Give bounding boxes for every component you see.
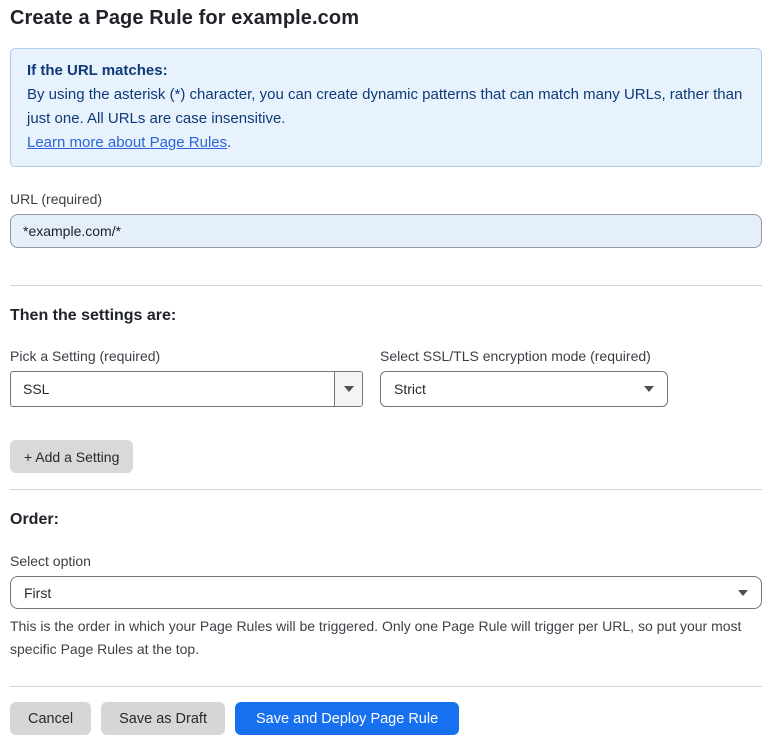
info-box-body: By using the asterisk (*) character, you… [27,86,743,127]
ssl-mode-label: Select SSL/TLS encryption mode (required… [380,348,651,364]
order-section-heading: Order: [10,511,59,528]
save-as-draft-button[interactable]: Save as Draft [101,702,225,735]
info-box-heading: If the URL matches: [27,62,168,79]
pick-setting-arrow-button[interactable] [334,372,362,406]
url-input[interactable] [10,214,762,248]
chevron-down-icon [343,386,354,392]
order-help-text: This is the order in which your Page Rul… [10,618,742,657]
add-setting-button[interactable]: + Add a Setting [10,440,134,473]
link-suffix: . [227,134,232,151]
pick-setting-select[interactable]: SSL [10,371,363,407]
ssl-mode-select[interactable]: Strict [380,371,668,407]
pick-setting-value: SSL [23,381,50,397]
chevron-down-icon [644,386,654,392]
url-field-label: URL (required) [10,191,103,207]
pick-setting-label: Pick a Setting (required) [10,348,161,364]
divider [10,285,762,286]
save-and-deploy-button[interactable]: Save and Deploy Page Rule [234,702,460,735]
url-match-info-box: If the URL matches: By using the asteris… [10,48,762,167]
footer-buttons: Cancel Save as Draft Save and Deploy Pag… [10,702,762,735]
cancel-button[interactable]: Cancel [10,702,92,735]
info-box-link-line: Learn more about Page Rules. [27,131,745,155]
pick-setting-field: Pick a Setting (required) SSL [10,348,363,407]
divider [10,686,762,687]
chevron-down-icon [738,589,748,596]
ssl-mode-field: Select SSL/TLS encryption mode (required… [380,348,668,407]
settings-row: Pick a Setting (required) SSL Select SSL… [10,348,762,407]
learn-more-link[interactable]: Learn more about Page Rules [27,134,227,151]
order-select[interactable]: First [10,576,762,609]
page-title: Create a Page Rule for example.com [10,7,360,29]
ssl-mode-value: Strict [394,381,426,397]
settings-section-heading: Then the settings are: [10,307,177,324]
page-rule-form: Create a Page Rule for example.com If th… [0,0,772,735]
divider [10,489,762,490]
order-select-value: First [24,584,52,601]
order-select-label: Select option [10,553,91,569]
